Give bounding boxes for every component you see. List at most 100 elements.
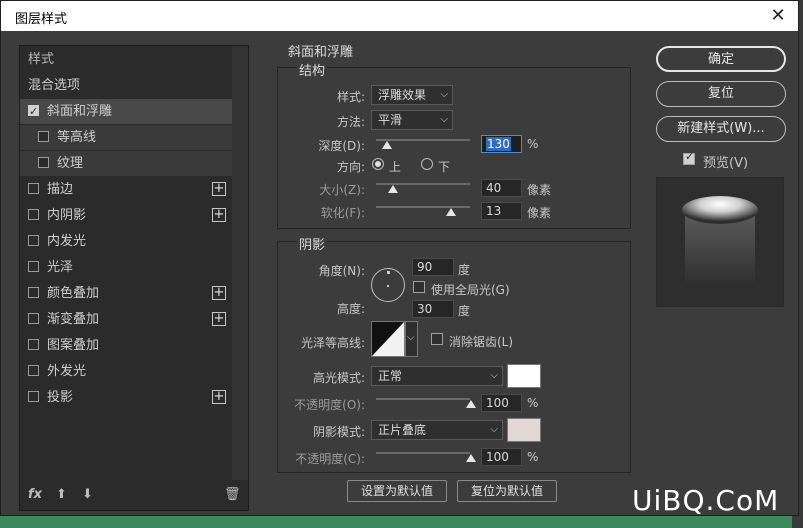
add-effect-icon[interactable]: + (212, 312, 226, 326)
new-style-button[interactable]: 新建样式(W)... (656, 116, 786, 142)
reset-default-button[interactable]: 复位为默认值 (457, 480, 557, 502)
style-item[interactable]: 混合选项 (20, 73, 232, 98)
antialias-checkbox[interactable] (431, 333, 443, 345)
shadow-opacity-input[interactable]: 100 (481, 448, 522, 466)
style-item-label: 斜面和浮雕 (47, 104, 113, 119)
antialias-label: 消除锯齿(L) (449, 335, 514, 349)
style-item-checkbox[interactable] (28, 313, 39, 324)
soften-label: 软化(F): (320, 206, 365, 220)
style-item[interactable]: 描边 + (20, 177, 232, 202)
style-item-checkbox[interactable] (28, 183, 39, 194)
shadow-color-swatch[interactable] (507, 418, 541, 442)
gloss-contour-preview[interactable] (371, 321, 405, 357)
move-down-icon[interactable]: ⬇ (82, 487, 93, 502)
highlight-mode-select[interactable]: 正常 ⌵ (371, 366, 503, 386)
direction-up-radio[interactable] (372, 158, 384, 170)
angle-unit: 度 (458, 263, 471, 277)
style-item-checkbox[interactable] (28, 391, 39, 402)
shadow-mode-select[interactable]: 正片叠底 ⌵ (371, 420, 503, 440)
depth-label: 深度(D): (318, 139, 365, 153)
style-item[interactable]: 投影 + (20, 385, 232, 410)
preview-checkbox[interactable] (683, 150, 695, 165)
fx-icon[interactable]: fx (28, 487, 42, 502)
angle-dial-handle (387, 271, 390, 274)
style-item-label: 描边 (47, 182, 74, 197)
bevel-section-title: 斜面和浮雕 (288, 45, 354, 60)
close-icon[interactable]: ✕ (766, 4, 790, 28)
chevron-down-icon: ⌵ (440, 114, 448, 125)
depth-unit: % (527, 137, 539, 151)
style-item[interactable]: 光泽 (20, 255, 232, 280)
chevron-down-icon: ⌵ (490, 370, 498, 381)
style-item[interactable]: 斜面和浮雕 (20, 99, 232, 124)
style-item[interactable]: 等高线 (20, 125, 232, 150)
depth-value: 130 (486, 137, 511, 151)
style-item[interactable]: 颜色叠加 + (20, 281, 232, 306)
style-list-scrollbar[interactable] (232, 46, 248, 480)
global-light-checkbox[interactable] (413, 281, 425, 293)
angle-dial[interactable] (371, 268, 405, 302)
altitude-input[interactable]: 30 (412, 300, 454, 318)
depth-slider-thumb[interactable] (382, 141, 393, 149)
style-item-checkbox[interactable] (28, 261, 39, 272)
style-item-label: 等高线 (57, 130, 97, 145)
style-item-checkbox[interactable] (28, 365, 39, 376)
size-input[interactable]: 40 (481, 179, 522, 197)
style-item-checkbox[interactable] (38, 131, 49, 142)
add-effect-icon[interactable]: + (212, 286, 226, 300)
style-item[interactable]: 内发光 (20, 229, 232, 254)
watermark: UiBQ.CoM (632, 484, 780, 517)
style-item-label: 渐变叠加 (47, 312, 100, 327)
style-preview (656, 177, 784, 307)
size-label: 大小(Z): (319, 183, 365, 197)
style-item-checkbox[interactable] (38, 157, 49, 168)
highlight-color-swatch[interactable] (507, 364, 541, 388)
style-item-label: 外发光 (47, 364, 87, 379)
shadow-opacity-slider[interactable] (376, 452, 470, 454)
style-item-label: 内发光 (47, 234, 87, 249)
soften-input[interactable]: 13 (481, 202, 522, 220)
add-effect-icon[interactable]: + (212, 390, 226, 404)
reset-button[interactable]: 复位 (656, 81, 786, 107)
soften-slider-thumb[interactable] (446, 208, 457, 216)
style-item[interactable]: 图案叠加 (20, 333, 232, 358)
style-item[interactable]: 纹理 (20, 151, 232, 176)
highlight-opacity-slider[interactable] (376, 398, 470, 400)
gloss-contour-dropdown[interactable]: ⌵ (405, 321, 418, 357)
direction-down-radio[interactable] (421, 158, 433, 170)
chevron-down-icon: ⌵ (440, 89, 448, 100)
style-item[interactable]: 样式 (20, 47, 232, 72)
style-item-checkbox[interactable] (28, 287, 39, 298)
style-item-label: 内阴影 (47, 208, 87, 223)
dialog-title: 图层样式 (15, 12, 68, 27)
style-item-checkbox[interactable] (28, 339, 39, 350)
move-up-icon[interactable]: ⬆ (56, 487, 67, 502)
style-select[interactable]: 浮雕效果 ⌵ (371, 85, 453, 105)
set-default-button[interactable]: 设置为默认值 (347, 480, 447, 502)
style-list-panel: 样式混合选项斜面和浮雕等高线纹理描边 + 内阴影 + 内发光光泽颜色叠加 + 渐变叠加 + 图案… (19, 45, 249, 511)
chevron-down-icon: ⌵ (490, 424, 498, 435)
style-item[interactable]: 内阴影 + (20, 203, 232, 228)
technique-select[interactable]: 平滑 ⌵ (371, 110, 453, 130)
trash-icon[interactable]: 🗑 (224, 487, 241, 502)
ok-button[interactable]: 确定 (656, 46, 786, 72)
shadow-opacity-label: 不透明度(C): (295, 452, 365, 466)
add-effect-icon[interactable]: + (212, 208, 226, 222)
highlight-opacity-thumb[interactable] (466, 400, 476, 408)
shadow-opacity-thumb[interactable] (466, 454, 476, 462)
contour-curve-icon (372, 322, 404, 356)
highlight-opacity-input[interactable]: 100 (481, 394, 522, 412)
add-effect-icon[interactable]: + (212, 182, 226, 196)
style-item-label: 纹理 (57, 156, 84, 171)
highlight-mode-label: 高光模式: (312, 371, 365, 385)
angle-input[interactable]: 90 (412, 258, 454, 276)
style-item-checkbox[interactable] (28, 235, 39, 246)
size-slider-thumb[interactable] (387, 185, 398, 193)
style-item-checkbox[interactable] (28, 99, 39, 124)
style-item[interactable]: 渐变叠加 + (20, 307, 232, 332)
style-item[interactable]: 外发光 (20, 359, 232, 384)
style-item-checkbox[interactable] (28, 209, 39, 220)
depth-input[interactable]: 130 (481, 135, 522, 153)
angle-dial-center (387, 285, 389, 287)
soften-unit: 像素 (527, 206, 552, 220)
